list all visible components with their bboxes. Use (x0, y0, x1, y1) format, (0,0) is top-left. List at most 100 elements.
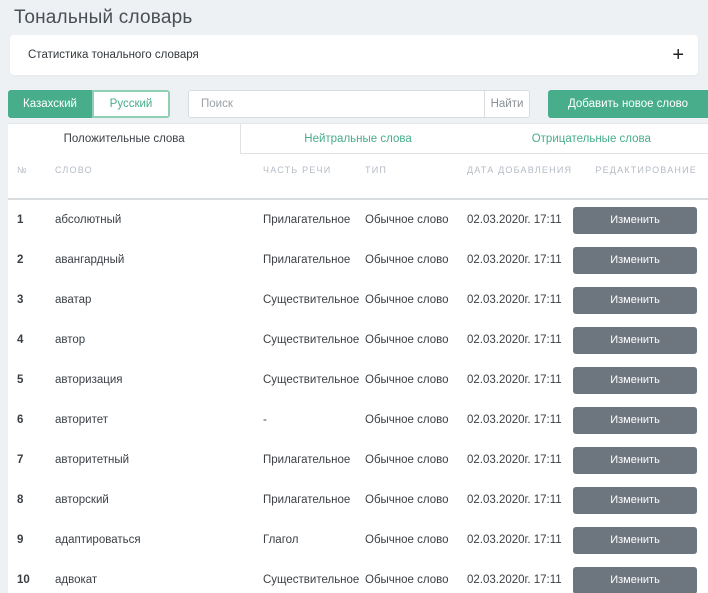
search-button[interactable]: Найти (484, 91, 529, 117)
tab-neutral-words[interactable]: Нейтральные слова (241, 124, 474, 154)
edit-button[interactable]: Изменить (573, 567, 697, 593)
row-edit-cell: Изменить (573, 567, 697, 593)
row-word: авторитет (55, 414, 263, 426)
search-group: Найти (188, 90, 530, 118)
table-row: 5 авторизация Существительное Обычное сл… (8, 360, 708, 400)
row-part-of-speech: Существительное (263, 334, 365, 346)
row-word: авторский (55, 494, 263, 506)
row-part-of-speech: Прилагательное (263, 214, 365, 226)
edit-button[interactable]: Изменить (573, 527, 697, 554)
row-type: Обычное слово (365, 534, 467, 546)
table-row: 2 авангардный Прилагательное Обычное сло… (8, 240, 708, 280)
table-row: 9 адаптироваться Глагол Обычное слово 02… (8, 520, 708, 560)
row-number: 2 (17, 254, 55, 266)
row-type: Обычное слово (365, 494, 467, 506)
row-word: адаптироваться (55, 534, 263, 546)
row-word: авторитетный (55, 454, 263, 466)
table-row: 7 авторитетный Прилагательное Обычное сл… (8, 440, 708, 480)
add-word-button[interactable]: Добавить новое слово (548, 90, 708, 118)
column-header-date-added: ДАТА ДОБАВЛЕНИЯ (467, 154, 573, 178)
row-word: автор (55, 334, 263, 346)
row-date-added: 02.03.2020г. 17:11 (467, 414, 573, 426)
column-header-type: ТИП (365, 154, 467, 178)
row-date-added: 02.03.2020г. 17:11 (467, 494, 573, 506)
row-word: авангардный (55, 254, 263, 266)
row-type: Обычное слово (365, 334, 467, 346)
row-date-added: 02.03.2020г. 17:11 (467, 334, 573, 346)
row-number: 1 (17, 214, 55, 226)
row-number: 9 (17, 534, 55, 546)
row-number: 8 (17, 494, 55, 506)
row-date-added: 02.03.2020г. 17:11 (467, 254, 573, 266)
row-date-added: 02.03.2020г. 17:11 (467, 534, 573, 546)
row-edit-cell: Изменить (573, 287, 697, 314)
row-word: аватар (55, 294, 263, 306)
table-header-row: № СЛОВО ЧАСТЬ РЕЧИ ТИП ДАТА ДОБАВЛЕНИЯ Р… (8, 154, 708, 200)
row-part-of-speech: Существительное (263, 294, 365, 306)
column-header-edit: РЕДАКТИРОВАНИЕ (573, 154, 697, 178)
row-type: Обычное слово (365, 414, 467, 426)
row-type: Обычное слово (365, 294, 467, 306)
statistics-panel-label: Статистика тонального словаря (28, 49, 199, 61)
table-row: 1 абсолютный Прилагательное Обычное слов… (8, 200, 708, 240)
dictionary-card: Положительные слова Нейтральные слова От… (8, 123, 708, 593)
row-part-of-speech: Прилагательное (263, 494, 365, 506)
row-edit-cell: Изменить (573, 407, 697, 434)
edit-button[interactable]: Изменить (573, 487, 697, 514)
row-type: Обычное слово (365, 254, 467, 266)
tab-positive-words[interactable]: Положительные слова (8, 124, 241, 154)
edit-button[interactable]: Изменить (573, 407, 697, 434)
row-part-of-speech: Существительное (263, 374, 365, 386)
row-date-added: 02.03.2020г. 17:11 (467, 374, 573, 386)
table-body: 1 абсолютный Прилагательное Обычное слов… (8, 200, 708, 593)
table-row: 4 автор Существительное Обычное слово 02… (8, 320, 708, 360)
edit-button[interactable]: Изменить (573, 367, 697, 394)
language-button-russian[interactable]: Русский (92, 90, 170, 118)
statistics-panel-toggle[interactable]: Статистика тонального словаря + (10, 35, 698, 75)
edit-button[interactable]: Изменить (573, 327, 697, 354)
table-row: 6 авторитет - Обычное слово 02.03.2020г.… (8, 400, 708, 440)
table-row: 3 аватар Существительное Обычное слово 0… (8, 280, 708, 320)
table-row: 8 авторский Прилагательное Обычное слово… (8, 480, 708, 520)
row-word: авторизация (55, 374, 263, 386)
row-word: абсолютный (55, 214, 263, 226)
column-header-number: № (17, 154, 55, 178)
table-row: 10 адвокат Существительное Обычное слово… (8, 560, 708, 593)
row-edit-cell: Изменить (573, 487, 697, 514)
row-edit-cell: Изменить (573, 367, 697, 394)
expand-plus-icon[interactable]: + (672, 45, 684, 65)
row-edit-cell: Изменить (573, 447, 697, 474)
page-title: Тональный словарь (0, 0, 708, 29)
edit-button[interactable]: Изменить (573, 447, 697, 474)
edit-button[interactable]: Изменить (573, 247, 697, 274)
tab-negative-words[interactable]: Отрицательные слова (475, 124, 708, 154)
row-date-added: 02.03.2020г. 17:11 (467, 214, 573, 226)
row-date-added: 02.03.2020г. 17:11 (467, 294, 573, 306)
row-date-added: 02.03.2020г. 17:11 (467, 454, 573, 466)
tonality-tabs: Положительные слова Нейтральные слова От… (8, 124, 708, 154)
row-date-added: 02.03.2020г. 17:11 (467, 574, 573, 586)
row-edit-cell: Изменить (573, 247, 697, 274)
edit-button[interactable]: Изменить (573, 287, 697, 314)
row-word: адвокат (55, 574, 263, 586)
row-part-of-speech: - (263, 414, 365, 426)
row-number: 4 (17, 334, 55, 346)
row-type: Обычное слово (365, 454, 467, 466)
search-input[interactable] (189, 91, 484, 117)
language-button-kazakh[interactable]: Казахский (8, 90, 92, 118)
row-type: Обычное слово (365, 374, 467, 386)
row-edit-cell: Изменить (573, 327, 697, 354)
controls-bar: Казахский Русский Найти Добавить новое с… (8, 90, 708, 118)
row-number: 3 (17, 294, 55, 306)
row-number: 7 (17, 454, 55, 466)
language-toggle-group: Казахский Русский (8, 90, 170, 118)
edit-button[interactable]: Изменить (573, 207, 697, 234)
row-part-of-speech: Прилагательное (263, 254, 365, 266)
row-part-of-speech: Прилагательное (263, 454, 365, 466)
column-header-word: СЛОВО (55, 154, 263, 178)
row-number: 6 (17, 414, 55, 426)
row-part-of-speech: Глагол (263, 534, 365, 546)
column-header-part-of-speech: ЧАСТЬ РЕЧИ (263, 154, 365, 178)
row-edit-cell: Изменить (573, 207, 697, 234)
row-part-of-speech: Существительное (263, 574, 365, 586)
